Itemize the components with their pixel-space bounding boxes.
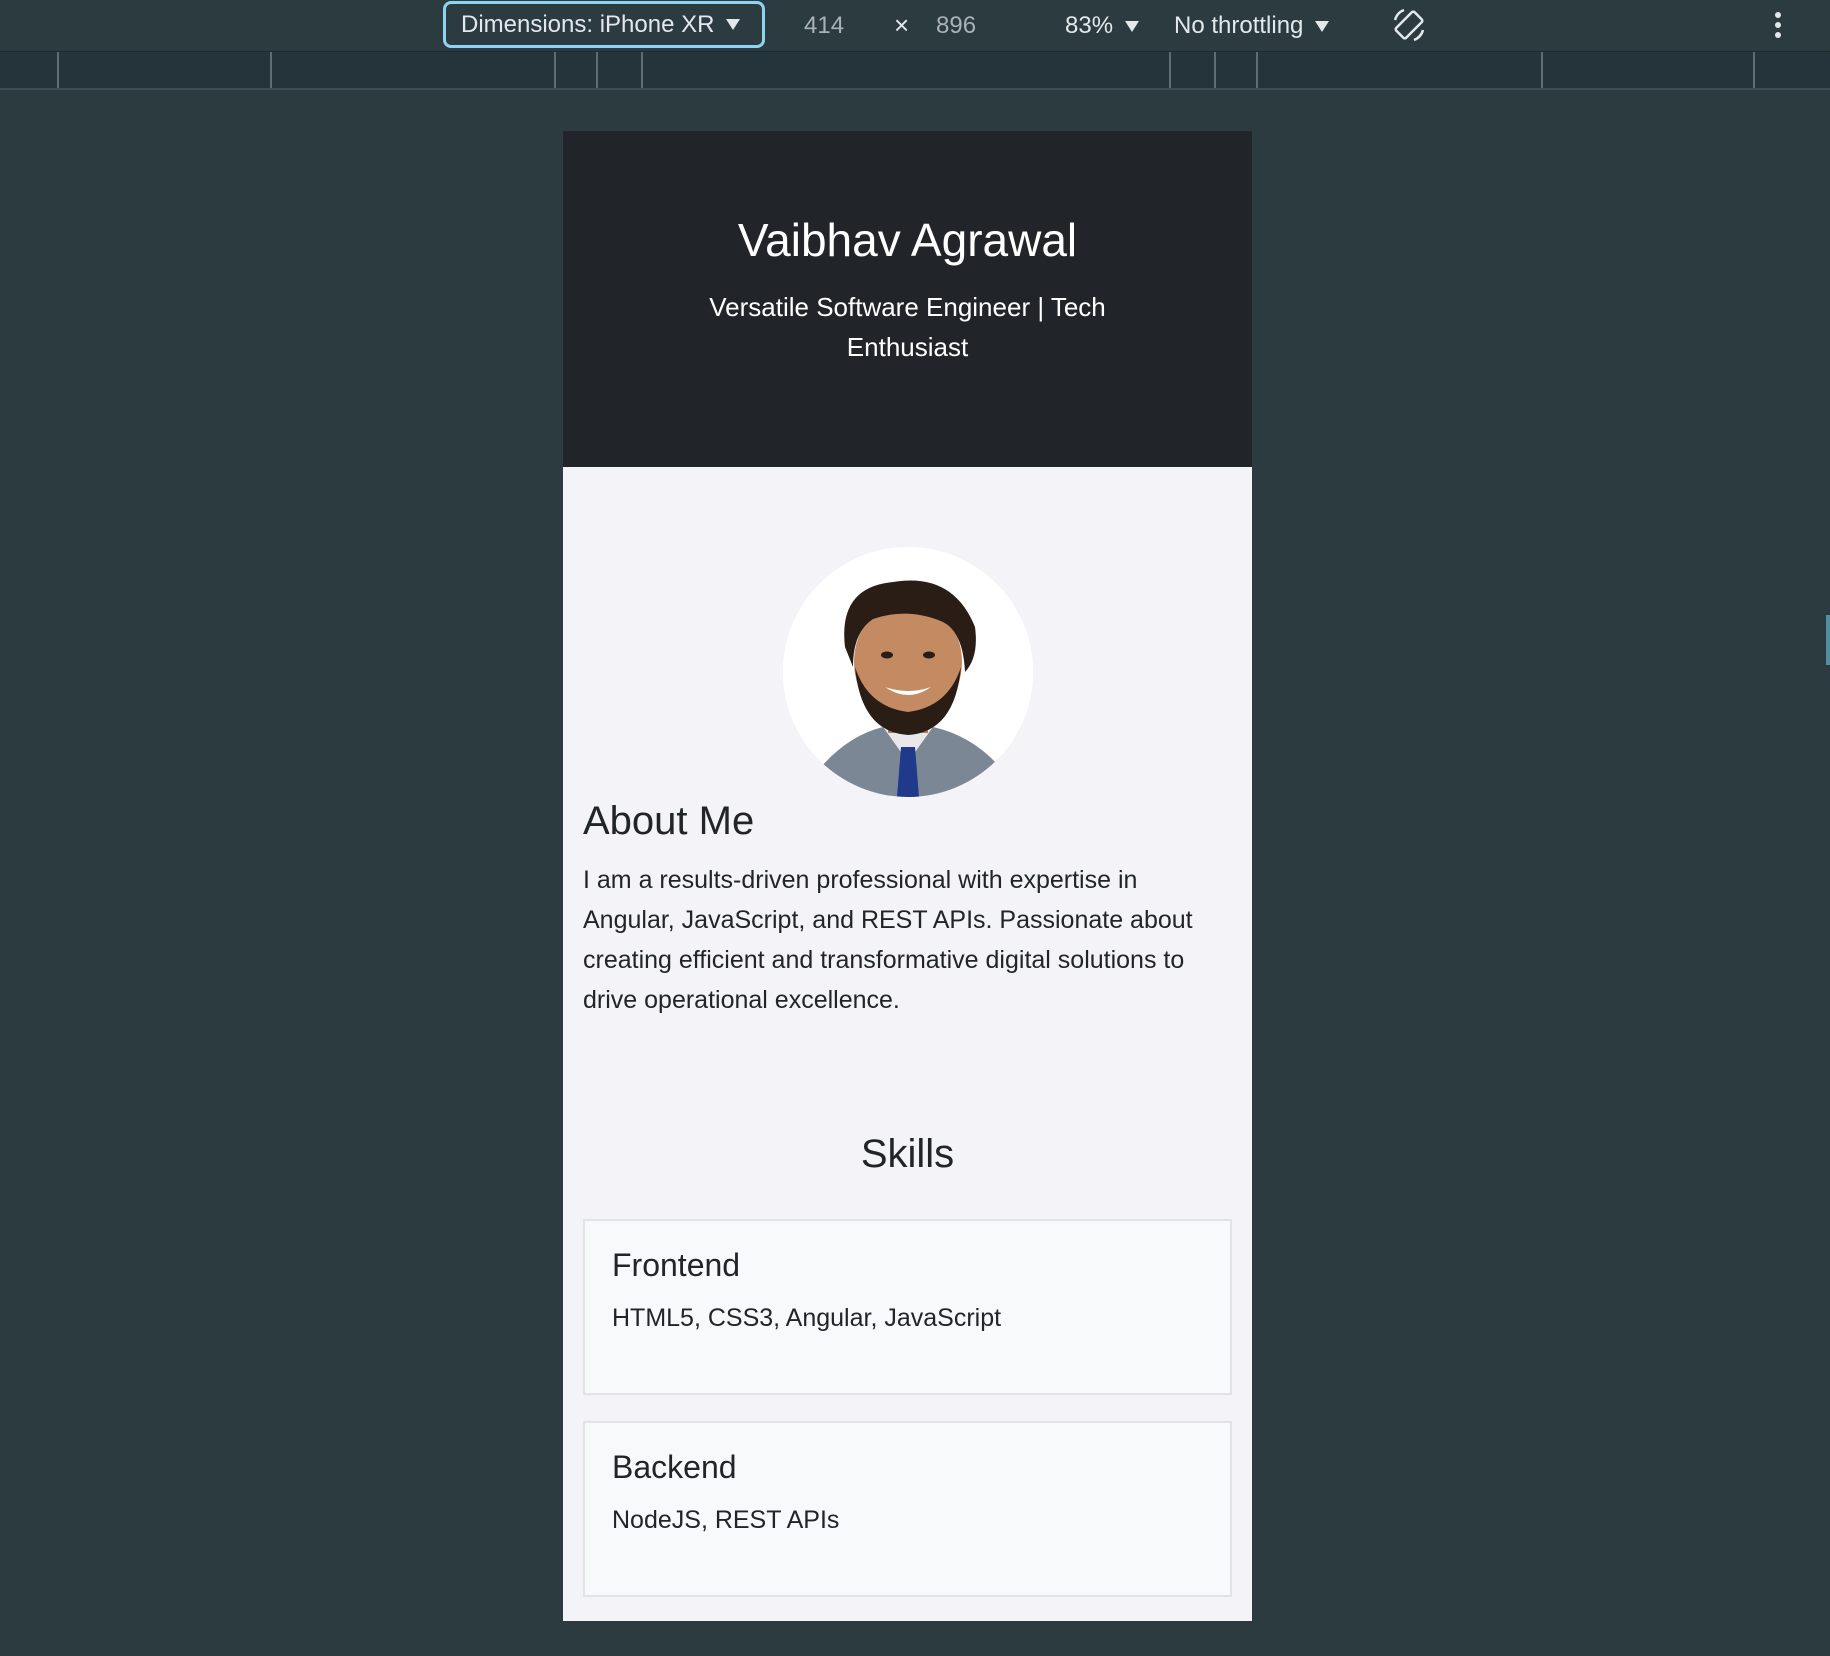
- skill-card-title: Frontend: [612, 1247, 741, 1283]
- more-vert-icon[interactable]: [1770, 10, 1786, 40]
- ruler-tick: [57, 52, 59, 88]
- throttling-dropdown[interactable]: No throttling: [1174, 12, 1330, 40]
- ruler-tick: [1169, 52, 1171, 88]
- ruler-tick: [1541, 52, 1543, 88]
- times-icon: ×: [894, 10, 910, 40]
- ruler-tick: [1256, 52, 1258, 88]
- caret-down-icon: [1125, 20, 1140, 32]
- throttling-label: No throttling: [1174, 12, 1304, 39]
- scrollbar-indicator[interactable]: [1826, 615, 1830, 665]
- ruler-tick: [596, 52, 598, 88]
- hero-header: Vaibhav Agrawal Versatile Software Engin…: [563, 131, 1252, 467]
- device-toolbar: Dimensions: iPhone XR 414 × 896 83% No t…: [0, 0, 1830, 52]
- height-input[interactable]: 896: [936, 12, 976, 40]
- skills-title: Skills: [860, 1132, 955, 1176]
- ruler-tick: [1753, 52, 1755, 88]
- skill-card-frontend: Frontend HTML5, CSS3, Angular, JavaScrip…: [583, 1219, 1232, 1395]
- ruler-tick: [641, 52, 643, 88]
- ruler-tick: [554, 52, 556, 88]
- zoom-label: 83%: [1065, 12, 1114, 39]
- about-section: About Me I am a results-driven professio…: [563, 467, 1252, 1177]
- profile-photo: [782, 547, 1033, 797]
- skill-card-title: Backend: [612, 1449, 737, 1485]
- skill-card-body: NodeJS, REST APIs: [612, 1506, 840, 1534]
- skill-card-backend: Backend NodeJS, REST APIs: [583, 1421, 1232, 1597]
- skills-list: Frontend HTML5, CSS3, Angular, JavaScrip…: [563, 1219, 1252, 1597]
- skill-card-body: HTML5, CSS3, Angular, JavaScript: [612, 1304, 1002, 1332]
- caret-down-icon: [1315, 20, 1330, 32]
- zoom-dropdown[interactable]: 83%: [1065, 12, 1140, 40]
- about-text: I am a results-driven professional with …: [583, 866, 1193, 1014]
- device-viewport: Vaibhav Agrawal Versatile Software Engin…: [563, 131, 1252, 1621]
- width-input[interactable]: 414: [804, 12, 844, 40]
- media-query-ruler[interactable]: [0, 52, 1830, 90]
- profile-name: Vaibhav Agrawal: [737, 214, 1078, 266]
- ruler-tick: [1214, 52, 1216, 88]
- rotate-icon[interactable]: [1390, 6, 1428, 44]
- dimensions-label: Dimensions: iPhone XR: [461, 10, 715, 38]
- ruler-tick: [270, 52, 272, 88]
- profile-tagline: Versatile Software Engineer | Tech Enthu…: [709, 292, 1106, 362]
- caret-down-icon: [726, 19, 741, 30]
- dimensions-dropdown[interactable]: Dimensions: iPhone XR: [443, 1, 765, 48]
- about-title: About Me: [583, 799, 755, 843]
